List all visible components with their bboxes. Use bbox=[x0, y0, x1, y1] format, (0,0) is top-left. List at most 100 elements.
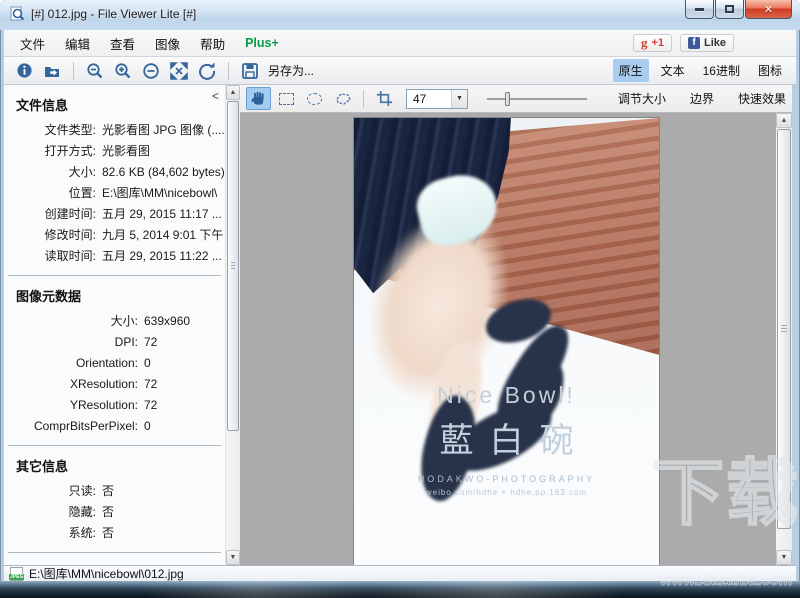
info-label: 修改时间: bbox=[44, 228, 96, 242]
info-value: 0 bbox=[144, 419, 151, 433]
info-label: 读取时间: bbox=[44, 249, 96, 263]
scroll-down-icon[interactable]: ▼ bbox=[226, 550, 240, 565]
info-row: 文件类型: 光影看图 JPG 图像 (.... bbox=[10, 120, 225, 141]
border-action[interactable]: 边界 bbox=[690, 90, 714, 107]
viewer-scrollbar-thumb[interactable] bbox=[777, 129, 791, 529]
close-button[interactable]: ✕ bbox=[745, 0, 792, 19]
plus-one-label: +1 bbox=[651, 37, 664, 49]
rotate-button[interactable] bbox=[195, 60, 219, 82]
folder-icon bbox=[43, 62, 61, 80]
info-value: 光影看图 bbox=[102, 144, 151, 158]
info-row: 修改时间: 九月 5, 2014 9:01 下午 bbox=[10, 225, 225, 246]
lasso-icon bbox=[334, 91, 352, 107]
menu-image[interactable]: 图像 bbox=[145, 30, 190, 57]
menu-view[interactable]: 查看 bbox=[100, 30, 145, 57]
photo-stocking bbox=[411, 390, 486, 507]
info-label: 文件类型: bbox=[44, 123, 96, 137]
window-bottom-frame bbox=[0, 581, 800, 598]
info-label: 隐藏: bbox=[68, 505, 96, 519]
maximize-button[interactable] bbox=[715, 0, 744, 19]
zoom-out-button[interactable] bbox=[83, 60, 107, 82]
photo-caption: Nice Bowl! 藍白碗 HODAKWO-PHOTOGRAPHY weibo… bbox=[354, 382, 659, 497]
info-row: 读取时间: 五月 29, 2015 11:22 ... bbox=[10, 246, 225, 267]
zoom-level-select[interactable]: 47 ▼ bbox=[406, 88, 468, 109]
title-bar[interactable]: [#] 012.jpg - File Viewer Lite [#] ✕ bbox=[0, 0, 800, 30]
info-row: 打开方式: 光影看图 bbox=[10, 141, 225, 162]
info-row: 只读: 否 bbox=[10, 481, 225, 502]
info-label: XResolution: bbox=[69, 377, 138, 391]
scroll-up-icon[interactable]: ▲ bbox=[776, 113, 792, 128]
tab-native[interactable]: 原生 bbox=[612, 59, 649, 82]
menu-help[interactable]: 帮助 bbox=[190, 30, 235, 57]
panel-divider bbox=[8, 275, 221, 276]
status-bar: JPEG E:\图库\MM\nicebowl\012.jpg bbox=[4, 565, 796, 581]
actual-size-icon bbox=[142, 62, 160, 80]
menu-edit[interactable]: 编辑 bbox=[55, 30, 100, 57]
info-label: ComprBitsPerPixel: bbox=[33, 419, 138, 433]
fit-to-window-button[interactable] bbox=[167, 60, 191, 82]
viewer-scrollbar[interactable]: ▲ ▼ bbox=[776, 113, 792, 565]
info-row: 创建时间: 五月 29, 2015 11:17 ... bbox=[10, 204, 225, 225]
ellipse-select-button[interactable] bbox=[302, 87, 327, 110]
info-value: E:\图库\MM\nicebowl\ bbox=[102, 186, 218, 200]
facebook-icon: f bbox=[687, 37, 700, 49]
actual-size-button[interactable] bbox=[139, 60, 163, 82]
info-value: 光影看图 JPG 图像 (.... bbox=[102, 123, 225, 137]
info-row: 大小: 639x960 bbox=[10, 311, 225, 332]
google-plus-one-button[interactable]: g +1 bbox=[632, 34, 672, 52]
photo-figure bbox=[354, 191, 534, 420]
save-as-label[interactable]: 另存为... bbox=[268, 62, 314, 79]
minimize-button[interactable] bbox=[685, 0, 714, 19]
tab-icon[interactable]: 图标 bbox=[752, 59, 788, 82]
crop-tool-button[interactable] bbox=[372, 87, 397, 110]
info-row: 位置: E:\图库\MM\nicebowl\ bbox=[10, 183, 225, 204]
scroll-up-icon[interactable]: ▲ bbox=[226, 85, 240, 100]
jpeg-file-icon: JPEG bbox=[9, 566, 25, 581]
panel-image-metadata: 图像元数据 大小: 639x960 DPI: 72 Orientation: 0 XR… bbox=[4, 286, 225, 437]
info-label: 位置: bbox=[68, 186, 96, 200]
save-as-button[interactable] bbox=[238, 60, 262, 82]
sidebar-scrollbar-thumb[interactable] bbox=[227, 101, 239, 431]
zoom-slider-thumb[interactable] bbox=[504, 91, 510, 106]
photo-title-en: Nice Bowl! bbox=[437, 381, 576, 408]
info-button[interactable] bbox=[12, 60, 36, 82]
photo-title-cn: 藍白碗 bbox=[439, 421, 590, 460]
sidebar-collapse-button[interactable]: < bbox=[212, 89, 219, 103]
open-folder-button[interactable] bbox=[40, 60, 64, 82]
info-value: 五月 29, 2015 11:17 ... bbox=[102, 207, 222, 221]
viewer-toolbar: 47 ▼ 调节大小 边界 快速效果 bbox=[240, 85, 792, 113]
photo-stocking bbox=[480, 291, 557, 351]
viewer-canvas[interactable]: Nice Bowl! 藍白碗 HODAKWO-PHOTOGRAPHY weibo… bbox=[240, 113, 792, 565]
zoom-slider[interactable] bbox=[486, 89, 587, 109]
facebook-like-button[interactable]: f Like bbox=[679, 34, 734, 52]
hand-tool-button[interactable] bbox=[246, 87, 271, 110]
info-value: 否 bbox=[102, 526, 115, 540]
photo-stocking bbox=[529, 361, 569, 425]
info-label: 创建时间: bbox=[44, 207, 96, 221]
crop-icon bbox=[376, 90, 393, 107]
zoom-in-button[interactable] bbox=[111, 60, 135, 82]
menu-file[interactable]: 文件 bbox=[10, 30, 55, 57]
toolbar-separator bbox=[73, 61, 74, 80]
info-label: YResolution: bbox=[69, 398, 138, 412]
tab-text[interactable]: 文本 bbox=[655, 59, 691, 82]
menu-plus[interactable]: Plus+ bbox=[235, 32, 289, 54]
info-value: 72 bbox=[144, 377, 158, 391]
info-row: 系统: 否 bbox=[10, 523, 225, 544]
info-row: ComprBitsPerPixel: 0 bbox=[10, 416, 225, 437]
photo-stocking bbox=[485, 317, 579, 433]
sidebar-scrollbar[interactable]: ▲ ▼ bbox=[226, 85, 240, 565]
scroll-down-icon[interactable]: ▼ bbox=[776, 550, 792, 565]
google-icon: g bbox=[640, 35, 648, 50]
image-viewer: 47 ▼ 调节大小 边界 快速效果 Nice Bowl! 藍白碗 HODAKWO… bbox=[240, 85, 792, 565]
resize-action[interactable]: 调节大小 bbox=[618, 90, 666, 107]
quick-effects-action[interactable]: 快速效果 bbox=[738, 90, 786, 107]
photo-wood-beam bbox=[354, 118, 659, 355]
status-file-path: E:\图库\MM\nicebowl\012.jpg bbox=[29, 567, 184, 581]
lasso-select-button[interactable] bbox=[330, 87, 355, 110]
info-row: XResolution: 72 bbox=[10, 374, 225, 395]
rect-select-button[interactable] bbox=[274, 87, 299, 110]
fit-to-window-icon bbox=[170, 61, 188, 80]
chevron-down-icon[interactable]: ▼ bbox=[450, 89, 467, 108]
tab-hex[interactable]: 16进制 bbox=[697, 59, 746, 82]
